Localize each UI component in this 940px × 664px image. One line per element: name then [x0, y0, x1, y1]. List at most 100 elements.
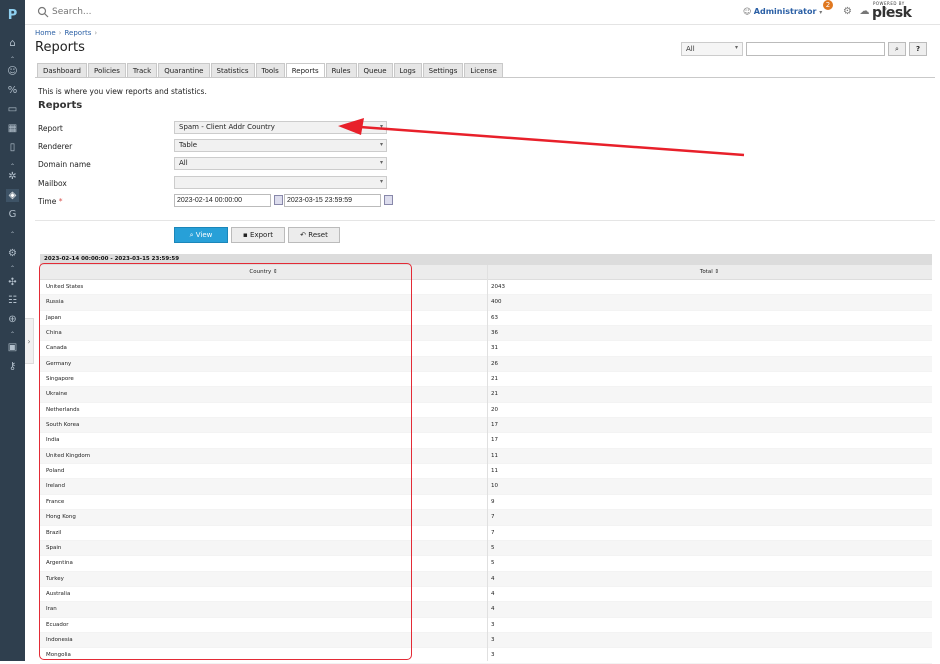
annotation-arrow	[338, 118, 745, 157]
book-icon[interactable]: ▯	[6, 141, 19, 154]
cell-total: 9	[491, 498, 495, 505]
breadcrumb-home[interactable]: Home	[35, 29, 56, 37]
home-icon[interactable]: ⌂	[6, 37, 19, 50]
renderer-select-value: Table	[179, 141, 198, 149]
export-button[interactable]: ▪ Export	[231, 227, 285, 243]
breadcrumb: Home › Reports ›	[35, 29, 100, 37]
plesk-logo-icon[interactable]: P	[5, 8, 20, 26]
search-icon: ⌕	[189, 231, 194, 239]
column-header-total[interactable]: Total ⇕	[487, 265, 932, 280]
filter-select[interactable]: All ▾	[681, 42, 743, 56]
sun-icon[interactable]: ✲	[6, 170, 19, 183]
cell-total: 17	[491, 437, 498, 444]
cloud-icon[interactable]: ☁	[858, 5, 871, 18]
filter-help-button[interactable]: ?	[909, 42, 927, 56]
tab-queue[interactable]: Queue	[357, 63, 393, 77]
sliders-icon[interactable]: ☷	[6, 294, 19, 307]
domain-label: Domain name	[38, 160, 91, 169]
save-icon: ▪	[243, 231, 248, 239]
user-menu[interactable]: ☺ Administrator ▾	[743, 7, 822, 16]
filter-select-value: All	[686, 45, 695, 53]
calendar-icon[interactable]	[274, 195, 283, 205]
cell-total: 10	[491, 483, 498, 490]
tab-rules[interactable]: Rules	[325, 63, 357, 77]
mailbox-select[interactable]: ▾	[174, 176, 387, 189]
time-to-input[interactable]	[284, 194, 381, 207]
cell-total: 11	[491, 468, 498, 475]
tab-statistics[interactable]: Statistics	[210, 63, 255, 77]
cell-total: 63	[491, 314, 498, 321]
reset-button-label: Reset	[308, 231, 328, 239]
cell-total: 21	[491, 391, 498, 398]
gear-icon[interactable]: ⚙	[6, 247, 19, 260]
cell-total: 3	[491, 621, 495, 628]
tabs: Dashboard Policies Track Quarantine Stat…	[37, 63, 503, 78]
notification-badge: 2	[823, 0, 833, 10]
column-divider	[487, 265, 488, 661]
cell-total: 26	[491, 360, 498, 367]
chevron-right-icon: ›	[94, 29, 98, 37]
tab-tools[interactable]: Tools	[255, 63, 285, 77]
section-title: Reports	[38, 100, 83, 111]
reset-button[interactable]: ↶ Reset	[288, 227, 340, 243]
tab-license[interactable]: License	[464, 63, 503, 77]
tab-track[interactable]: Track	[126, 63, 158, 77]
shield-icon[interactable]: ◈	[6, 189, 19, 202]
divider	[35, 220, 935, 221]
box-icon[interactable]: ▣	[6, 341, 19, 354]
filter-search-button[interactable]: ⌕	[888, 42, 906, 56]
cell-total: 11	[491, 452, 498, 459]
calendar-icon[interactable]	[384, 195, 393, 205]
monitor-icon[interactable]: ▭	[6, 103, 19, 116]
renderer-label: Renderer	[38, 142, 73, 151]
cell-total: 3	[491, 652, 495, 659]
cell-total: 2043	[491, 284, 505, 290]
user-icon[interactable]: ☺	[6, 65, 19, 78]
page-description: This is where you view reports and stati…	[38, 87, 207, 96]
cell-total: 7	[491, 529, 495, 536]
time-label: Time *	[38, 197, 63, 206]
chevron-right-icon: ›	[58, 29, 62, 37]
domain-select-value: All	[179, 159, 188, 167]
cell-total: 4	[491, 590, 495, 597]
time-from-input[interactable]	[174, 194, 271, 207]
zoom-icon[interactable]: ⊕	[6, 313, 19, 326]
report-select-value: Spam - Client Addr Country	[179, 123, 275, 131]
undo-icon: ↶	[300, 231, 307, 239]
breadcrumb-reports[interactable]: Reports	[64, 29, 91, 37]
page-title: Reports	[35, 40, 85, 55]
filter-search-input[interactable]	[746, 42, 885, 56]
g-icon[interactable]: G	[6, 208, 19, 221]
notifications-icon[interactable]: ⚙	[841, 5, 854, 18]
grid-icon[interactable]: ▦	[6, 122, 19, 135]
tab-reports[interactable]: Reports	[285, 63, 325, 78]
chevron-up-icon[interactable]: ⌃	[6, 262, 19, 275]
cell-total: 5	[491, 544, 495, 551]
search-input[interactable]	[52, 4, 252, 20]
cell-total: 7	[491, 514, 495, 521]
user-name: Administrator	[753, 7, 817, 16]
cell-total: 36	[491, 330, 498, 337]
tab-logs[interactable]: Logs	[393, 63, 422, 77]
view-button[interactable]: ⌕ View	[174, 227, 228, 243]
user-icon: ☺	[743, 7, 752, 16]
cell-total: 3	[491, 636, 495, 643]
tab-dashboard[interactable]: Dashboard	[37, 63, 87, 77]
percent-icon[interactable]: %	[6, 84, 19, 97]
key-icon[interactable]: ⚷	[6, 360, 19, 373]
export-button-label: Export	[250, 231, 273, 239]
cell-total: 5	[491, 560, 495, 567]
puzzle-icon[interactable]: ✣	[6, 276, 19, 289]
chevron-down-icon: ▾	[734, 44, 738, 51]
tab-quarantine[interactable]: Quarantine	[158, 63, 210, 77]
sidebar-collapse-handle[interactable]: ›	[25, 318, 34, 364]
tab-settings[interactable]: Settings	[422, 63, 464, 77]
cell-total: 21	[491, 376, 498, 383]
tab-policies[interactable]: Policies	[87, 63, 126, 77]
report-label: Report	[38, 124, 63, 133]
required-marker: *	[58, 197, 63, 206]
chevron-up-icon[interactable]: ⌃	[6, 228, 19, 241]
search-icon	[37, 6, 49, 18]
chevron-up-icon[interactable]: ⌃	[6, 328, 19, 341]
sidebar: P ⌂ ⌃ ☺ % ▭ ▦ ▯ ⌃ ✲ ◈ G ⌃ ⚙ ⌃ ✣ ☷ ⊕ ⌃ ▣ …	[0, 0, 25, 661]
